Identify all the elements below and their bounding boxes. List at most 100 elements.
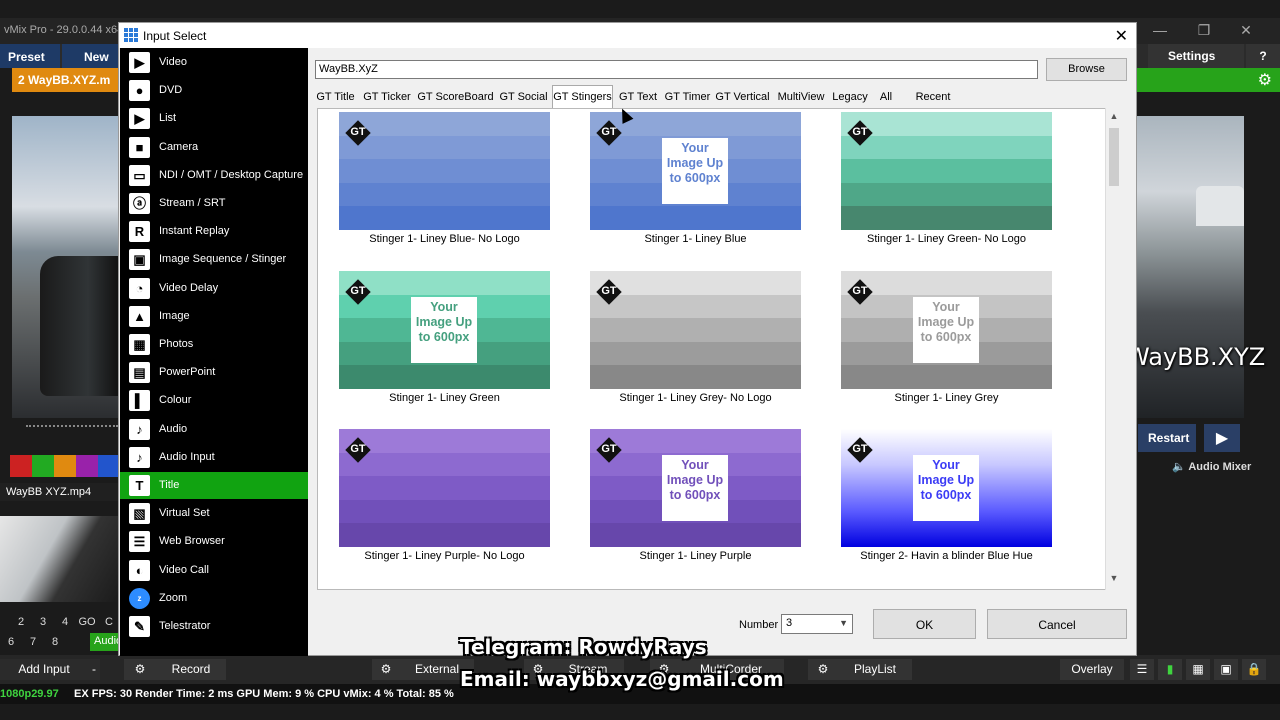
audio-mixer-button[interactable]: 🔈 Audio Mixer: [1172, 460, 1280, 476]
colour-swatch[interactable]: [54, 455, 76, 477]
menu-icon[interactable]: ☰: [1130, 659, 1154, 680]
tab-gt-stingers[interactable]: GT Stingers: [552, 85, 613, 108]
tab-all[interactable]: All: [876, 87, 896, 108]
snapshot-icon[interactable]: ▣: [1214, 659, 1238, 680]
input-type-image-sequence[interactable]: ▣ Image Sequence / Stinger: [120, 246, 308, 273]
help-button[interactable]: ?: [1246, 44, 1280, 68]
zoom-icon: z: [129, 587, 150, 609]
quick-button[interactable]: C: [98, 614, 120, 632]
grid-icon[interactable]: ▦: [1186, 659, 1210, 680]
input-type-web-browser[interactable]: ☰ Web Browser: [120, 528, 308, 555]
input-type-replay[interactable]: R Instant Replay: [120, 218, 308, 245]
overlay-button[interactable]: Overlay: [1060, 659, 1124, 680]
input-type-dvd[interactable]: ● DVD: [120, 77, 308, 104]
quick-button[interactable]: 4: [54, 614, 76, 632]
input-type-zoom[interactable]: z Zoom: [120, 585, 308, 612]
input-type-video-delay[interactable]: ◔ Video Delay: [120, 275, 308, 302]
template-path-input[interactable]: WayBB.XyZ: [315, 60, 1038, 79]
quick-button[interactable]: 3: [32, 614, 54, 632]
input-type-audio[interactable]: ♪ Audio: [120, 416, 308, 443]
input-type-colour[interactable]: ▌ Colour: [120, 387, 308, 414]
tab-gt-vertical[interactable]: GT Vertical: [715, 87, 770, 108]
settings-button[interactable]: Settings: [1148, 44, 1244, 68]
play-icon[interactable]: ▶: [1204, 424, 1240, 452]
preview-stripe: [339, 182, 550, 208]
input-type-camera[interactable]: ■ Camera: [120, 134, 308, 161]
new-button[interactable]: New: [62, 44, 120, 68]
close-icon[interactable]: ✕: [1115, 26, 1128, 46]
add-input-button[interactable]: Add Input: [0, 659, 88, 680]
template-caption: Stinger 1- Liney Green- No Logo: [867, 233, 1026, 245]
colour-swatch[interactable]: [10, 455, 32, 477]
tab-gt-text[interactable]: GT Text: [617, 87, 659, 108]
scroll-up-icon[interactable]: ▲: [1106, 111, 1122, 125]
record-button[interactable]: Record: [156, 659, 226, 680]
input-type-stream[interactable]: ⓐ Stream / SRT: [120, 190, 308, 217]
window-close-icon[interactable]: ✕: [1226, 22, 1266, 39]
external-gear-icon[interactable]: ⚙: [372, 659, 400, 680]
maximize-icon[interactable]: ❐: [1184, 22, 1224, 39]
input-type-list[interactable]: ▶ List: [120, 105, 308, 132]
number-select[interactable]: 3 ▼: [781, 614, 853, 634]
input-thumbnail[interactable]: [0, 516, 120, 602]
template-card[interactable]: GT Stinger 1- Liney Green- No Logo: [841, 112, 1052, 252]
audio-chip[interactable]: Audio: [90, 633, 122, 651]
quick-button[interactable]: GO: [76, 614, 98, 632]
tab-legacy[interactable]: Legacy: [830, 87, 870, 108]
colour-swatch[interactable]: [76, 455, 98, 477]
input-type-telestrator[interactable]: ✎ Telestrator: [120, 613, 308, 640]
template-card[interactable]: GT Stinger 1- Liney Purple- No Logo: [339, 429, 550, 569]
playlist-button[interactable]: PlayList: [838, 659, 912, 680]
tab-gt-timer[interactable]: GT Timer: [663, 87, 712, 108]
lock-icon[interactable]: 🔒: [1242, 659, 1266, 680]
template-card[interactable]: GT Your Image Up to 600px Stinger 1- Liney…: [590, 112, 801, 252]
scroll-thumb[interactable]: [1109, 128, 1119, 186]
colour-swatch[interactable]: [32, 455, 54, 477]
tab-gt-social[interactable]: GT Social: [499, 87, 548, 108]
input-type-label: Instant Replay: [159, 225, 230, 238]
quick-button[interactable]: 6: [0, 634, 22, 652]
chevron-down-icon[interactable]: ▼: [839, 618, 848, 628]
input-type-video-call[interactable]: ◐ Video Call: [120, 557, 308, 584]
template-card[interactable]: GT Your Image Up to 600px Stinger 2- Havin…: [841, 429, 1052, 569]
input-type-audio-input[interactable]: ♪ Audio Input: [120, 444, 308, 471]
input-type-ndi[interactable]: ▭ NDI / OMT / Desktop Capture: [120, 162, 308, 189]
input-type-powerpoint[interactable]: ▤ PowerPoint: [120, 359, 308, 386]
template-preview: GT: [590, 271, 801, 389]
template-card[interactable]: GT Stinger 1- Liney Blue- No Logo: [339, 112, 550, 252]
transition-dots: [26, 425, 118, 427]
input-type-photos[interactable]: ▦ Photos: [120, 331, 308, 358]
template-card[interactable]: GT Your Image Up to 600px Stinger 1- Liney…: [590, 429, 801, 569]
minimize-icon[interactable]: —: [1140, 22, 1180, 38]
gallery-scrollbar[interactable]: ▲ ▼: [1105, 108, 1122, 590]
input-type-video[interactable]: ▶ Video: [120, 49, 308, 76]
gear-icon[interactable]: ⚙: [1258, 70, 1272, 90]
ok-button[interactable]: OK: [873, 609, 976, 639]
cancel-button[interactable]: Cancel: [987, 609, 1127, 639]
restart-button[interactable]: Restart: [1138, 424, 1196, 452]
quick-button[interactable]: 2: [10, 614, 32, 632]
input-type-label: PowerPoint: [159, 366, 216, 379]
input-type-image[interactable]: ▲ Image: [120, 303, 308, 330]
browse-button[interactable]: Browse: [1046, 58, 1127, 81]
tab-multiview[interactable]: MultiView: [776, 87, 826, 108]
input-type-virtual-set[interactable]: ▧ Virtual Set: [120, 500, 308, 527]
scroll-down-icon[interactable]: ▼: [1106, 573, 1122, 587]
tab-recent[interactable]: Recent: [913, 87, 953, 108]
preview-stripe: [339, 476, 550, 501]
template-card[interactable]: GT Stinger 1- Liney Grey- No Logo: [590, 271, 801, 411]
playlist-gear-icon[interactable]: ⚙: [808, 659, 838, 680]
record-gear-icon[interactable]: ⚙: [124, 659, 156, 680]
quick-button[interactable]: 7: [22, 634, 44, 652]
quick-button[interactable]: 8: [44, 634, 66, 652]
tab-gt-scoreboard[interactable]: GT ScoreBoard: [417, 87, 494, 108]
colour-swatch[interactable]: [98, 455, 120, 477]
input-type-title[interactable]: T Title: [120, 472, 308, 499]
tab-gt-ticker[interactable]: GT Ticker: [360, 87, 414, 108]
template-card[interactable]: GT Your Image Up to 600px Stinger 1- Liney…: [339, 271, 550, 411]
add-input-dropdown-icon[interactable]: -: [88, 659, 100, 680]
template-caption: Stinger 2- Havin a blinder Blue Hue: [860, 550, 1033, 562]
tab-gt-title[interactable]: GT Title: [315, 87, 356, 108]
levels-icon[interactable]: ▮: [1158, 659, 1182, 680]
template-card[interactable]: GT Your Image Up to 600px Stinger 1- Liney…: [841, 271, 1052, 411]
